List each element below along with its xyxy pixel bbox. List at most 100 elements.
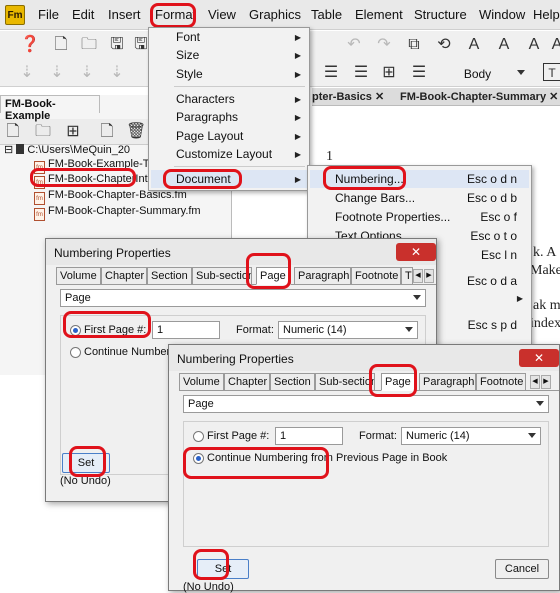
tab-chapter-basics[interactable]: pter-Basics ✕: [312, 90, 384, 103]
save-icon[interactable]: 🖫: [108, 36, 126, 54]
set-button[interactable]: Set: [62, 453, 110, 473]
tab-section[interactable]: Section: [147, 267, 192, 285]
font-tool-3-icon[interactable]: A: [525, 36, 543, 54]
chevron-right-icon[interactable]: ▶: [424, 269, 434, 283]
submenu-numbering[interactable]: Numbering...: [335, 172, 404, 186]
menu-item-font[interactable]: Font: [176, 30, 200, 44]
align-2-icon[interactable]: ☰: [352, 64, 370, 82]
arrow-down-3-icon[interactable]: ⇣: [78, 64, 96, 82]
numbering-series-select[interactable]: Page: [183, 395, 549, 413]
first-page-input[interactable]: 1: [275, 427, 343, 445]
menu-edit[interactable]: Edit: [72, 7, 94, 22]
first-page-input[interactable]: 1: [152, 321, 220, 339]
open-folder-icon[interactable]: 🗀: [80, 36, 98, 54]
book-root[interactable]: ⊟ C:\Users\MeQuin_20: [4, 143, 130, 156]
tab-paragraph[interactable]: Paragraph: [419, 373, 476, 391]
set-button[interactable]: Set: [197, 559, 249, 579]
chevron-down-icon: [536, 401, 544, 406]
tab-chapter-summary[interactable]: FM-Book-Chapter-Summary ✕: [400, 90, 558, 103]
tab-footnote[interactable]: Footnote: [351, 267, 401, 285]
tab-footnote[interactable]: Footnote: [476, 373, 526, 391]
format-select[interactable]: Numeric (14): [278, 321, 418, 339]
format-select[interactable]: Numeric (14): [401, 427, 541, 445]
menu-window[interactable]: Window: [479, 7, 525, 22]
close-icon[interactable]: ✕: [519, 349, 559, 367]
menu-item-page-layout[interactable]: Page Layout: [176, 129, 243, 143]
tree-file[interactable]: fm FM-Book-Chapter-Summary.fm: [34, 205, 201, 221]
menu-item-style[interactable]: Style: [176, 67, 203, 81]
refresh-icon[interactable]: ⟲: [435, 36, 453, 54]
tab-paragraph[interactable]: Paragraph: [294, 267, 351, 285]
first-page-label: First Page #:: [84, 324, 147, 336]
cancel-button[interactable]: Cancel: [495, 559, 549, 579]
menu-item-characters[interactable]: Characters: [176, 92, 235, 106]
continue-numbering-label: Continue Numbering from Previous Page in…: [207, 452, 448, 464]
menu-graphics[interactable]: Graphics: [249, 7, 301, 22]
menu-item-size[interactable]: Size: [176, 48, 199, 62]
format-menu: Font ▶ Size ▶ Style ▶ Characters ▶ Paragraph…: [148, 27, 310, 191]
align-icon[interactable]: ☰: [322, 64, 340, 82]
document-icon[interactable]: 🗋: [98, 123, 116, 141]
tab-sub-section[interactable]: Sub-section: [192, 267, 252, 285]
copy-icon[interactable]: ⧉: [405, 36, 423, 54]
insert-icon[interactable]: ⊞: [380, 64, 398, 82]
format-value: Numeric (14): [406, 430, 470, 442]
menu-file[interactable]: File: [38, 7, 59, 22]
menu-view[interactable]: View: [208, 7, 236, 22]
shortcut-item: Esc s p d: [467, 318, 517, 332]
help-icon[interactable]: ❓: [20, 36, 40, 54]
delete-icon[interactable]: 🗑: [126, 123, 146, 141]
arrow-down-icon[interactable]: ⇣: [18, 64, 36, 82]
add-folder-icon[interactable]: 🗀: [34, 123, 52, 141]
chevron-left-icon[interactable]: ◀: [413, 269, 423, 283]
add-group-icon[interactable]: ⊞: [64, 123, 82, 141]
close-icon[interactable]: ✕: [375, 91, 384, 103]
add-file-icon[interactable]: 🗋: [4, 123, 22, 141]
redo-icon[interactable]: ↷: [375, 36, 393, 54]
first-page-radio[interactable]: [193, 431, 204, 442]
tree-file[interactable]: fm FM-Book-Example-T: [34, 158, 149, 174]
tab-page[interactable]: Page: [381, 373, 416, 391]
menu-element[interactable]: Element: [355, 7, 403, 22]
submenu-footnote-properties[interactable]: Footnote Properties...: [335, 210, 450, 224]
numbering-series-select[interactable]: Page: [60, 289, 426, 307]
chevron-right-icon[interactable]: ▶: [541, 375, 551, 389]
menu-structure[interactable]: Structure: [414, 7, 467, 22]
paragraph-style-select[interactable]: Body: [425, 64, 530, 82]
menu-item-paragraphs[interactable]: Paragraphs: [176, 110, 238, 124]
close-icon[interactable]: ✕: [396, 243, 436, 261]
first-page-radio[interactable]: [70, 325, 81, 336]
tab-page[interactable]: Page: [256, 267, 291, 285]
submenu-change-bars[interactable]: Change Bars...: [335, 191, 415, 205]
tab-section[interactable]: Section: [270, 373, 315, 391]
menu-item-document[interactable]: Document: [176, 172, 231, 186]
first-page-label: First Page #:: [207, 430, 270, 442]
continue-numbering-radio[interactable]: [193, 453, 204, 464]
new-document-icon[interactable]: 🗋: [52, 36, 70, 54]
panel-title[interactable]: FM-Book-Example: [0, 95, 100, 122]
menu-item-customize-layout[interactable]: Customize Layout: [176, 147, 272, 161]
menu-separator: [174, 86, 305, 87]
arrow-down-2-icon[interactable]: ⇣: [48, 64, 66, 82]
tree-file[interactable]: fm FM-Book-ChapterInt: [34, 173, 148, 189]
menu-insert[interactable]: Insert: [108, 7, 141, 22]
font-tool-icon[interactable]: A: [465, 36, 483, 54]
text-tool-icon[interactable]: T: [543, 63, 560, 81]
chevron-left-icon[interactable]: ◀: [530, 375, 540, 389]
tab-sub-section[interactable]: Sub-section: [315, 373, 375, 391]
continue-numbering-radio[interactable]: [70, 347, 81, 358]
close-icon[interactable]: ✕: [549, 91, 558, 103]
menu-table[interactable]: Table: [311, 7, 342, 22]
tab-volume[interactable]: Volume: [56, 267, 101, 285]
tab-chapter[interactable]: Chapter: [101, 267, 147, 285]
tab-volume[interactable]: Volume: [179, 373, 224, 391]
undo-icon[interactable]: ↶: [345, 36, 363, 54]
arrow-down-4-icon[interactable]: ⇣: [108, 64, 126, 82]
tab-more[interactable]: T: [401, 267, 413, 285]
tab-chapter[interactable]: Chapter: [224, 373, 270, 391]
font-tool-2-icon[interactable]: A: [495, 36, 513, 54]
tree-file[interactable]: fm FM-Book-Chapter-Basics.fm: [34, 189, 187, 205]
menu-help[interactable]: Help: [533, 7, 560, 22]
menu-format[interactable]: Format: [155, 7, 196, 22]
font-tool-4-icon[interactable]: A: [548, 36, 560, 54]
